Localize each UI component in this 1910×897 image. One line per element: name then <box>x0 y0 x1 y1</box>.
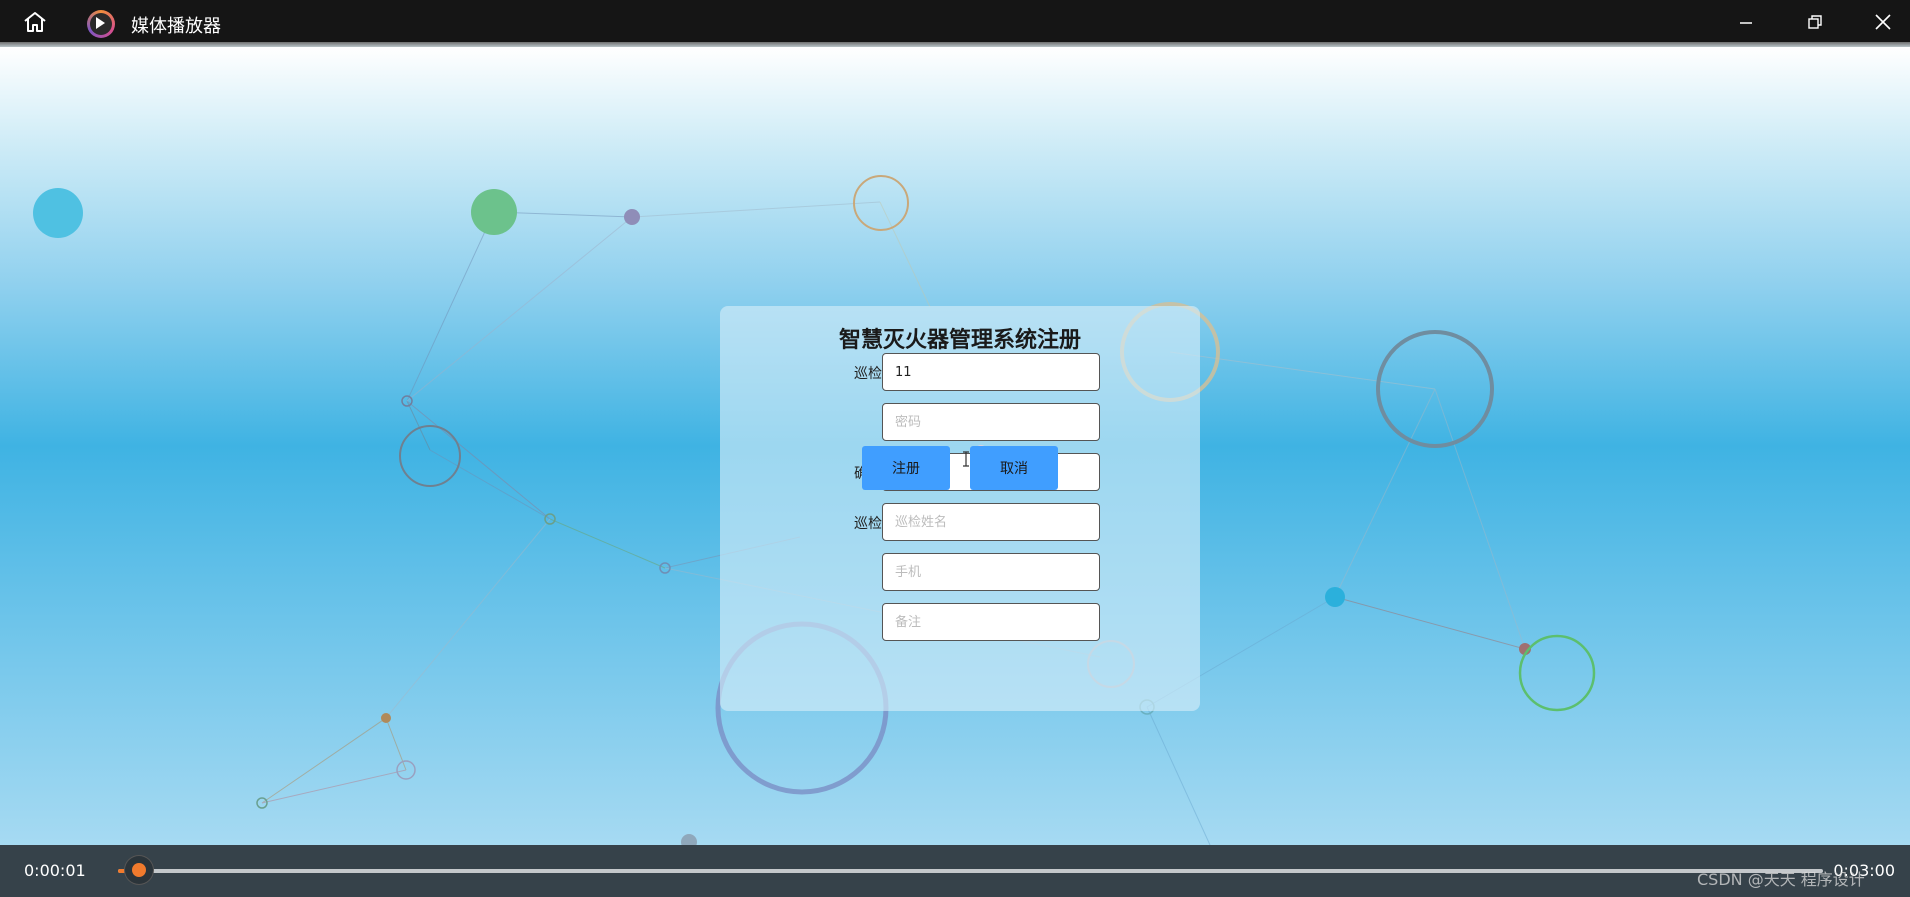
close-button[interactable] <box>1868 8 1898 36</box>
cancel-button[interactable]: 取消 <box>970 446 1058 490</box>
seek-track[interactable] <box>118 869 1823 873</box>
current-time: 0:00:01 <box>24 861 86 880</box>
form-row-password: 密码 <box>720 403 1200 443</box>
playback-controls: 0:00:01 0:03:00 <box>0 845 1910 897</box>
home-icon[interactable] <box>22 10 48 34</box>
minimize-button[interactable] <box>1731 8 1761 36</box>
media-player-icon <box>87 10 115 38</box>
form-row-confirm-password: 确认密码 <box>720 453 1200 493</box>
form-row-phone: 手机 <box>720 553 1200 593</box>
phone-input[interactable] <box>882 553 1100 591</box>
inspector-name-input[interactable] <box>882 503 1100 541</box>
video-frame[interactable]: 智慧灭火器管理系统注册 巡检编号 密码 确认密码 巡检姓名 手机 备注 注册 取… <box>0 47 1910 845</box>
restore-icon <box>1808 15 1822 29</box>
register-button[interactable]: 注册 <box>862 446 950 490</box>
form-row-remarks: 备注 <box>720 603 1200 643</box>
window-title: 媒体播放器 <box>131 16 221 37</box>
watermark: CSDN @天天 程序设计 <box>1697 870 1865 889</box>
seek-thumb[interactable] <box>124 856 153 884</box>
restore-button[interactable] <box>1800 8 1830 36</box>
form-row-inspector-name: 巡检姓名 <box>720 503 1200 543</box>
remarks-input[interactable] <box>882 603 1100 641</box>
form-title: 智慧灭火器管理系统注册 <box>838 328 1081 353</box>
password-input[interactable] <box>882 403 1100 441</box>
inspection-id-input[interactable] <box>882 353 1100 391</box>
text-cursor-icon <box>963 451 969 467</box>
close-icon <box>1875 14 1891 30</box>
form-row-inspection-id: 巡检编号 <box>720 353 1200 393</box>
minimize-icon <box>1740 22 1752 24</box>
register-form-panel: 智慧灭火器管理系统注册 巡检编号 密码 确认密码 巡检姓名 手机 备注 <box>720 306 1200 711</box>
title-bar: 媒体播放器 <box>0 0 1910 48</box>
